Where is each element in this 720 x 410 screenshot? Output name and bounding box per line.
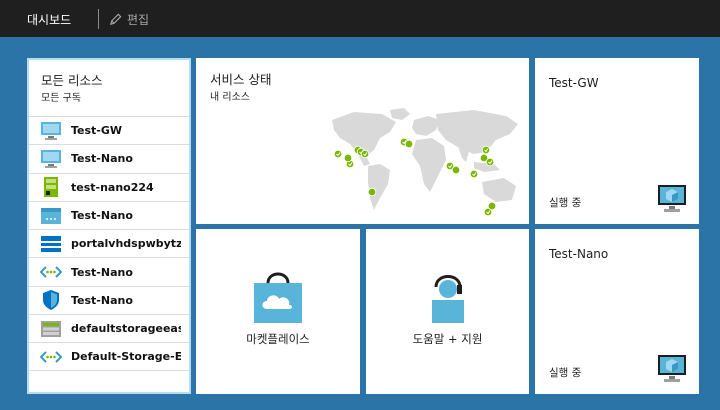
resource-name: defaultstorageeast40 [71, 322, 181, 336]
all-resources-title: 모든 리소스 [41, 73, 103, 88]
vm-icon [658, 185, 686, 212]
resource-item[interactable]: Test-GW [29, 116, 189, 144]
help-support-icon [431, 275, 464, 323]
resource-name: Test-GW [71, 124, 123, 138]
help-support-tile[interactable]: 도움말 + 지원 [366, 229, 529, 394]
resource-list: Test-GW Test-Nano test-nano224 Test-Nano… [29, 116, 189, 371]
vm-icon [40, 121, 62, 141]
pencil-icon [109, 13, 122, 25]
classic-storage-icon [40, 319, 62, 339]
test-gw-title: Test-GW [549, 76, 599, 90]
edit-button[interactable]: 편집 [108, 10, 149, 28]
resource-name: Test-Nano [71, 152, 133, 166]
resource-item[interactable]: Test-Nano [29, 257, 189, 285]
help-support-label: 도움말 + 지원 [412, 332, 483, 346]
test-nano-status: 실행 중 [549, 367, 582, 379]
resource-item[interactable]: Test-Nano [29, 285, 189, 314]
service-health-title: 서비스 상태 [210, 72, 272, 87]
topbar-divider [98, 9, 99, 29]
test-nano-title: Test-Nano [549, 247, 609, 261]
resource-item[interactable]: Test-Nano [29, 200, 189, 229]
resource-name: Test-Nano [71, 265, 133, 279]
storage-account-green-icon [40, 177, 62, 198]
resource-item[interactable]: Default-Storage-East [29, 342, 189, 371]
all-resources-tile[interactable]: 모든 리소스 모든 구독 Test-GW Test-Nano test-nano… [27, 58, 191, 394]
resource-item[interactable]: Test-Nano [29, 144, 189, 172]
service-health-subtitle: 내 리소스 [210, 92, 250, 103]
virtual-network-icon [40, 262, 62, 282]
vm-icon [40, 149, 62, 169]
virtual-network-icon [40, 347, 62, 367]
resource-name: Test-Nano [71, 209, 133, 223]
resource-name: test-nano224 [71, 180, 154, 194]
resource-item[interactable]: test-nano224 [29, 172, 189, 201]
resource-item[interactable]: defaultstorageeast40 [29, 314, 189, 342]
storage-account-blue-icon [40, 234, 62, 254]
resource-item[interactable]: portalvhdspwbytz2vc [29, 229, 189, 257]
marketplace-tile[interactable]: 마켓플레이스 [196, 229, 360, 394]
resource-name: Default-Storage-East [71, 350, 181, 364]
marketplace-label: 마켓플레이스 [246, 332, 310, 346]
service-health-tile[interactable]: 서비스 상태 내 리소스 [196, 58, 529, 224]
vm-icon [658, 355, 686, 382]
shopping-bag-icon [254, 272, 302, 323]
edit-label: 편집 [127, 12, 150, 27]
all-resources-subtitle: 모든 구독 [41, 93, 81, 104]
test-gw-status: 실행 중 [549, 197, 582, 209]
cloud-service-icon [40, 206, 62, 226]
world-map [332, 108, 518, 217]
resource-name: Test-Nano [71, 293, 133, 307]
network-security-group-icon [40, 290, 62, 311]
test-nano-tile[interactable]: Test-Nano 실행 중 [535, 229, 699, 394]
resource-name: portalvhdspwbytz2vc [71, 237, 181, 251]
top-bar: 대시보드 편집 [0, 0, 720, 37]
test-gw-tile[interactable]: Test-GW 실행 중 [535, 58, 699, 224]
dashboard-title: 대시보드 [27, 13, 72, 27]
